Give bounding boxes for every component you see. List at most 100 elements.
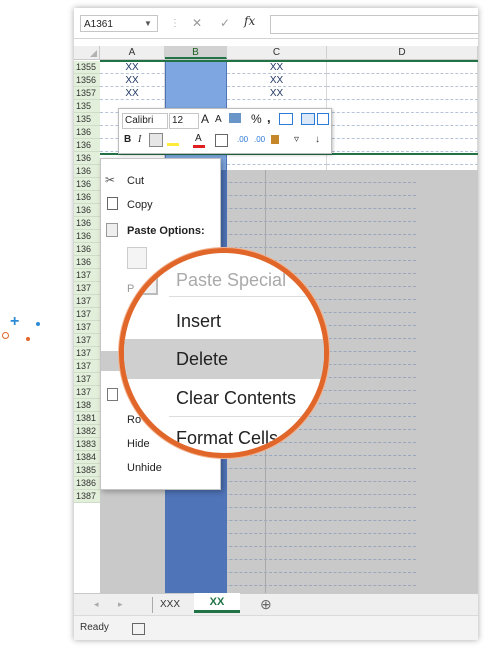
row-header[interactable]: 137 — [74, 386, 100, 399]
column-header-d[interactable]: D — [327, 46, 478, 59]
row-header[interactable]: 137 — [74, 295, 100, 308]
row-header[interactable]: 135 — [74, 113, 100, 126]
row-header[interactable]: 137 — [74, 334, 100, 347]
grow-font-icon[interactable]: A — [201, 112, 209, 126]
column-header-c[interactable]: C — [227, 46, 327, 59]
mini-toolbar: Calibri 12 A A % , B I A .00 .00 ▿ ↓ — [118, 108, 332, 154]
font-name-box[interactable]: Calibri — [122, 113, 168, 129]
status-bar: Ready — [74, 615, 478, 640]
italic-button[interactable]: I — [138, 133, 141, 147]
borders-icon[interactable] — [215, 134, 228, 147]
row-header[interactable]: 1383 — [74, 438, 100, 451]
cell-a[interactable]: XX — [100, 61, 165, 74]
number-format-icon[interactable] — [229, 113, 241, 123]
row-header[interactable]: 136 — [74, 178, 100, 191]
shrink-font-icon[interactable]: A — [215, 113, 222, 127]
row-header[interactable]: 137 — [74, 347, 100, 360]
cell-d[interactable] — [327, 61, 478, 74]
insert-function-icon[interactable]: fx — [244, 14, 255, 28]
zoom-clear-contents[interactable]: Clear Contents — [176, 388, 296, 409]
tab-scroll-right-icon[interactable]: ▸ — [118, 599, 123, 610]
row-header[interactable]: 135 — [74, 100, 100, 113]
row-header[interactable]: 136 — [74, 126, 100, 139]
cell-d[interactable] — [327, 126, 478, 139]
tab-xx-active[interactable]: XX — [194, 593, 240, 613]
align-center-icon[interactable] — [149, 133, 163, 147]
name-box-dropdown-icon[interactable]: ▼ — [144, 15, 158, 32]
font-size-box[interactable]: 12 — [169, 113, 199, 129]
row-header[interactable]: 136 — [74, 139, 100, 152]
cell-d[interactable] — [327, 87, 478, 100]
select-all-corner[interactable] — [74, 46, 100, 59]
add-sheet-icon[interactable]: ⊕ — [260, 596, 272, 613]
menu-item-unhide[interactable]: Unhide — [127, 462, 162, 474]
merge-icon[interactable] — [279, 113, 293, 125]
row-header[interactable]: 1355 — [74, 61, 100, 74]
row-header[interactable]: 1356 — [74, 74, 100, 87]
cell-c[interactable]: XX — [227, 61, 327, 74]
cell-a[interactable]: XX — [100, 87, 165, 100]
zoom-delete[interactable]: Delete — [176, 349, 228, 370]
zoom-paste-special[interactable]: Paste Special — [176, 270, 286, 291]
formula-input[interactable] — [270, 15, 478, 34]
row-header[interactable]: 137 — [74, 360, 100, 373]
row-header[interactable]: 138 — [74, 399, 100, 412]
font-color-button[interactable]: A — [195, 132, 202, 146]
wrap-text-icon[interactable] — [301, 113, 315, 125]
comma-style-button[interactable]: , — [267, 111, 271, 125]
row-header[interactable]: 1386 — [74, 477, 100, 490]
format-painter-icon[interactable] — [271, 135, 279, 144]
zoom-divider-2 — [169, 416, 324, 417]
row-header[interactable]: 137 — [74, 269, 100, 282]
menu-item-cut[interactable]: Cut — [127, 175, 144, 187]
row-header[interactable]: 136 — [74, 217, 100, 230]
cell-d[interactable] — [327, 113, 478, 126]
row-header[interactable]: 137 — [74, 282, 100, 295]
cancel-icon[interactable]: ✕ — [192, 15, 202, 32]
tab-scroll-left-icon[interactable]: ◂ — [94, 599, 99, 610]
formula-bar: A1361 ▼ ⋮ ✕ ✓ fx — [74, 8, 478, 39]
row-header[interactable]: 1381 — [74, 412, 100, 425]
row-header[interactable]: 137 — [74, 373, 100, 386]
cell-a[interactable]: XX — [100, 74, 165, 87]
bold-button[interactable]: B — [124, 133, 131, 147]
row-header[interactable]: 1382 — [74, 425, 100, 438]
paste-button-icon[interactable] — [127, 247, 147, 269]
row-header[interactable]: 1357 — [74, 87, 100, 100]
row-header[interactable]: 136 — [74, 204, 100, 217]
cell-d[interactable] — [327, 74, 478, 87]
column-header-a[interactable]: A — [100, 46, 165, 59]
zoom-insert[interactable]: Insert — [176, 311, 221, 332]
cell-c[interactable]: XX — [227, 74, 327, 87]
filter-icon[interactable]: ▿ — [294, 134, 299, 145]
increase-decimal-button[interactable]: .00 — [237, 133, 248, 147]
cell-c[interactable]: XX — [227, 87, 327, 100]
cell-d[interactable] — [327, 139, 478, 152]
row-header[interactable]: 1385 — [74, 464, 100, 477]
zoom-paste-special-icon — [134, 267, 158, 295]
row-header[interactable]: 136 — [74, 243, 100, 256]
column-header-b[interactable]: B — [165, 46, 227, 59]
row-header[interactable]: 1387 — [74, 490, 100, 503]
row-header[interactable]: 137 — [74, 321, 100, 334]
format-table-icon[interactable] — [317, 113, 329, 125]
row-header[interactable]: 136 — [74, 165, 100, 178]
enter-icon[interactable]: ✓ — [220, 15, 230, 32]
excel-window: A1361 ▼ ⋮ ✕ ✓ fx A B C D 1355XXXXXX1356X… — [74, 8, 478, 640]
row-header[interactable]: 136 — [74, 152, 100, 165]
menu-item-hide[interactable]: Hide — [127, 438, 150, 450]
fill-color-icon[interactable] — [167, 143, 179, 146]
tab-xxx[interactable]: XXX — [160, 599, 180, 610]
row-header[interactable]: 1384 — [74, 451, 100, 464]
row-header[interactable]: 137 — [74, 308, 100, 321]
menu-item-copy[interactable]: Copy — [127, 199, 153, 211]
zoom-format-cells[interactable]: Format Cells — [176, 428, 278, 449]
macro-record-icon[interactable] — [132, 623, 145, 635]
row-header[interactable]: 136 — [74, 256, 100, 269]
row-header[interactable]: 136 — [74, 230, 100, 243]
sort-icon[interactable]: ↓ — [315, 134, 320, 145]
decrease-decimal-button[interactable]: .00 — [254, 133, 265, 147]
cell-d[interactable] — [327, 100, 478, 113]
row-header[interactable]: 136 — [74, 191, 100, 204]
percent-style-button[interactable]: % — [251, 112, 262, 126]
